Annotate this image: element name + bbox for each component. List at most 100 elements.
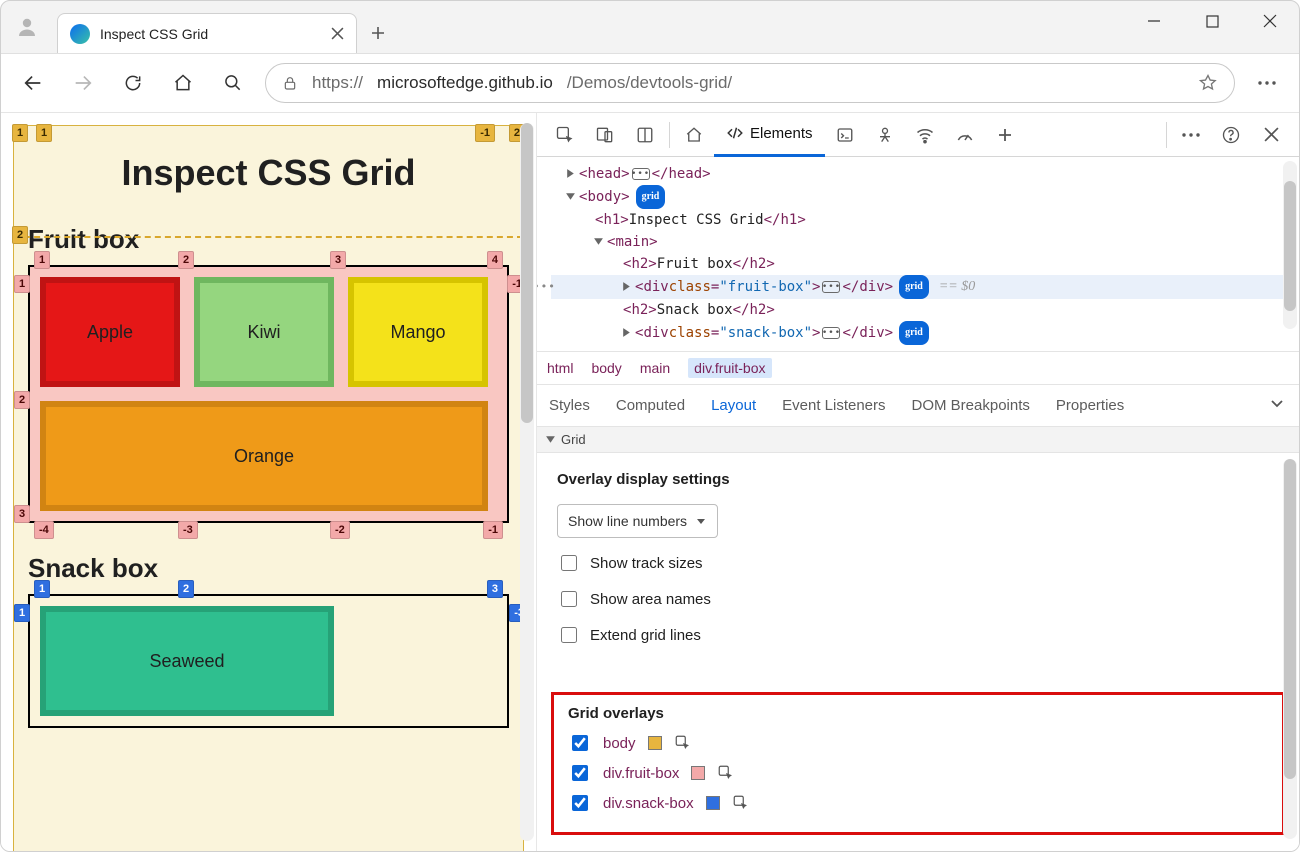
option-extend-grid-lines[interactable]: Extend grid lines bbox=[557, 624, 1283, 646]
devtools-toolbar: Elements bbox=[537, 113, 1299, 157]
window-minimize-button[interactable] bbox=[1125, 1, 1183, 41]
grid-badge[interactable]: grid bbox=[636, 185, 666, 209]
tab-close-icon[interactable] bbox=[331, 27, 344, 40]
new-tab-button[interactable] bbox=[357, 13, 399, 53]
nav-back-button[interactable] bbox=[15, 65, 51, 101]
grid-overlays-title: Grid overlays bbox=[568, 705, 1268, 722]
overlay-name[interactable]: div.snack-box bbox=[603, 795, 694, 812]
expand-icon[interactable] bbox=[565, 168, 577, 180]
edge-favicon bbox=[70, 24, 90, 44]
expand-icon[interactable] bbox=[621, 281, 633, 293]
grid-line-label: 2 bbox=[12, 226, 28, 244]
line-numbers-select[interactable]: Show line numbers bbox=[557, 504, 718, 538]
overlay-settings-title: Overlay display settings bbox=[557, 471, 1283, 488]
browser-menu-button[interactable] bbox=[1249, 65, 1285, 101]
fruit-cell-mango: Mango bbox=[348, 277, 488, 387]
checkbox[interactable] bbox=[561, 591, 577, 607]
tab-event-listeners[interactable]: Event Listeners bbox=[782, 397, 885, 414]
dom-selected-node[interactable]: <div class="fruit-box">•••</div>grid== $… bbox=[551, 275, 1295, 299]
breadcrumb-item[interactable]: div.fruit-box bbox=[688, 358, 771, 378]
collapse-icon[interactable] bbox=[565, 191, 577, 203]
breadcrumb-item[interactable]: main bbox=[640, 360, 670, 376]
checkbox[interactable] bbox=[561, 627, 577, 643]
toolbar: https://microsoftedge.github.io/Demos/de… bbox=[1, 53, 1299, 113]
tab-properties[interactable]: Properties bbox=[1056, 397, 1124, 414]
ellipsis-icon[interactable]: ••• bbox=[632, 168, 650, 180]
dock-side-icon[interactable] bbox=[625, 116, 665, 154]
dom-scrollbar[interactable] bbox=[1283, 161, 1297, 329]
color-swatch[interactable] bbox=[691, 766, 705, 780]
network-tab-icon[interactable] bbox=[905, 116, 945, 154]
reveal-element-icon[interactable] bbox=[732, 794, 750, 812]
devtools-close-icon[interactable] bbox=[1251, 116, 1291, 154]
browser-tab[interactable]: Inspect CSS Grid bbox=[57, 13, 357, 53]
grid-line-label: -4 bbox=[34, 521, 54, 539]
url-path: /Demos/devtools-grid/ bbox=[567, 73, 732, 93]
performance-tab-icon[interactable] bbox=[945, 116, 985, 154]
dom-tree[interactable]: <head>•••</head> <body>grid <h1>Inspect … bbox=[537, 157, 1299, 351]
inspect-element-icon[interactable] bbox=[545, 116, 585, 154]
favorite-icon[interactable] bbox=[1198, 73, 1218, 93]
page-viewport: 1 1 -1 2 2 Inspect CSS Grid Fruit box 1 … bbox=[1, 113, 537, 851]
overlay-name[interactable]: div.fruit-box bbox=[603, 765, 679, 782]
url-scheme: https:// bbox=[312, 73, 363, 93]
address-bar[interactable]: https://microsoftedge.github.io/Demos/de… bbox=[265, 63, 1235, 103]
grid-line-label: 4 bbox=[487, 251, 503, 269]
devtools-menu-icon[interactable] bbox=[1171, 116, 1211, 154]
nav-refresh-button[interactable] bbox=[115, 65, 151, 101]
tab-computed[interactable]: Computed bbox=[616, 397, 685, 414]
tab-styles[interactable]: Styles bbox=[549, 397, 590, 414]
profile-button[interactable] bbox=[1, 1, 53, 53]
breadcrumb-item[interactable]: body bbox=[591, 360, 621, 376]
tab-title: Inspect CSS Grid bbox=[100, 26, 321, 42]
color-swatch[interactable] bbox=[706, 796, 720, 810]
breadcrumb-item[interactable]: html bbox=[547, 360, 573, 376]
reveal-element-icon[interactable] bbox=[674, 734, 692, 752]
color-swatch[interactable] bbox=[648, 736, 662, 750]
grid-line-label: 1 bbox=[14, 275, 30, 293]
console-tab-icon[interactable] bbox=[825, 116, 865, 154]
layout-scrollbar[interactable] bbox=[1283, 459, 1297, 839]
grid-line-label: 2 bbox=[178, 580, 194, 598]
collapse-icon[interactable] bbox=[593, 236, 605, 248]
chevron-down-icon[interactable] bbox=[1269, 395, 1285, 411]
nav-forward-button[interactable] bbox=[65, 65, 101, 101]
device-emulation-icon[interactable] bbox=[585, 116, 625, 154]
page-scrollbar[interactable] bbox=[520, 123, 534, 841]
grid-line-label: 3 bbox=[330, 251, 346, 269]
grid-badge[interactable]: grid bbox=[899, 275, 929, 299]
option-label: Extend grid lines bbox=[590, 627, 701, 644]
snack-cell-seaweed: Seaweed bbox=[40, 606, 334, 716]
ellipsis-icon[interactable]: ••• bbox=[822, 281, 840, 293]
checkbox[interactable] bbox=[572, 735, 588, 751]
checkbox[interactable] bbox=[572, 795, 588, 811]
welcome-tab-icon[interactable] bbox=[674, 116, 714, 154]
fruit-cell-apple: Apple bbox=[40, 277, 180, 387]
window-maximize-button[interactable] bbox=[1183, 1, 1241, 41]
grid-line-label: 1 bbox=[14, 604, 30, 622]
tab-elements[interactable]: Elements bbox=[714, 113, 825, 157]
nav-home-button[interactable] bbox=[165, 65, 201, 101]
option-show-area-names[interactable]: Show area names bbox=[557, 588, 1283, 610]
option-show-track-sizes[interactable]: Show track sizes bbox=[557, 552, 1283, 574]
expand-icon[interactable] bbox=[621, 327, 633, 339]
checkbox[interactable] bbox=[561, 555, 577, 571]
sources-tab-icon[interactable] bbox=[865, 116, 905, 154]
tab-dom-breakpoints[interactable]: DOM Breakpoints bbox=[912, 397, 1030, 414]
ellipsis-icon[interactable]: ••• bbox=[822, 327, 840, 339]
nav-search-button[interactable] bbox=[215, 65, 251, 101]
grid-line-label: -2 bbox=[330, 521, 350, 539]
console-ref: == $0 bbox=[939, 276, 975, 298]
grid-badge[interactable]: grid bbox=[899, 321, 929, 345]
grid-section-header[interactable]: Grid bbox=[537, 427, 1299, 453]
grid-section-label: Grid bbox=[561, 432, 586, 447]
overlay-name[interactable]: body bbox=[603, 735, 636, 752]
checkbox[interactable] bbox=[572, 765, 588, 781]
help-icon[interactable] bbox=[1211, 116, 1251, 154]
code-icon bbox=[726, 124, 744, 142]
grid-line-label: 3 bbox=[14, 505, 30, 523]
window-close-button[interactable] bbox=[1241, 1, 1299, 41]
tab-layout[interactable]: Layout bbox=[711, 397, 756, 414]
more-tabs-icon[interactable] bbox=[985, 116, 1025, 154]
reveal-element-icon[interactable] bbox=[717, 764, 735, 782]
